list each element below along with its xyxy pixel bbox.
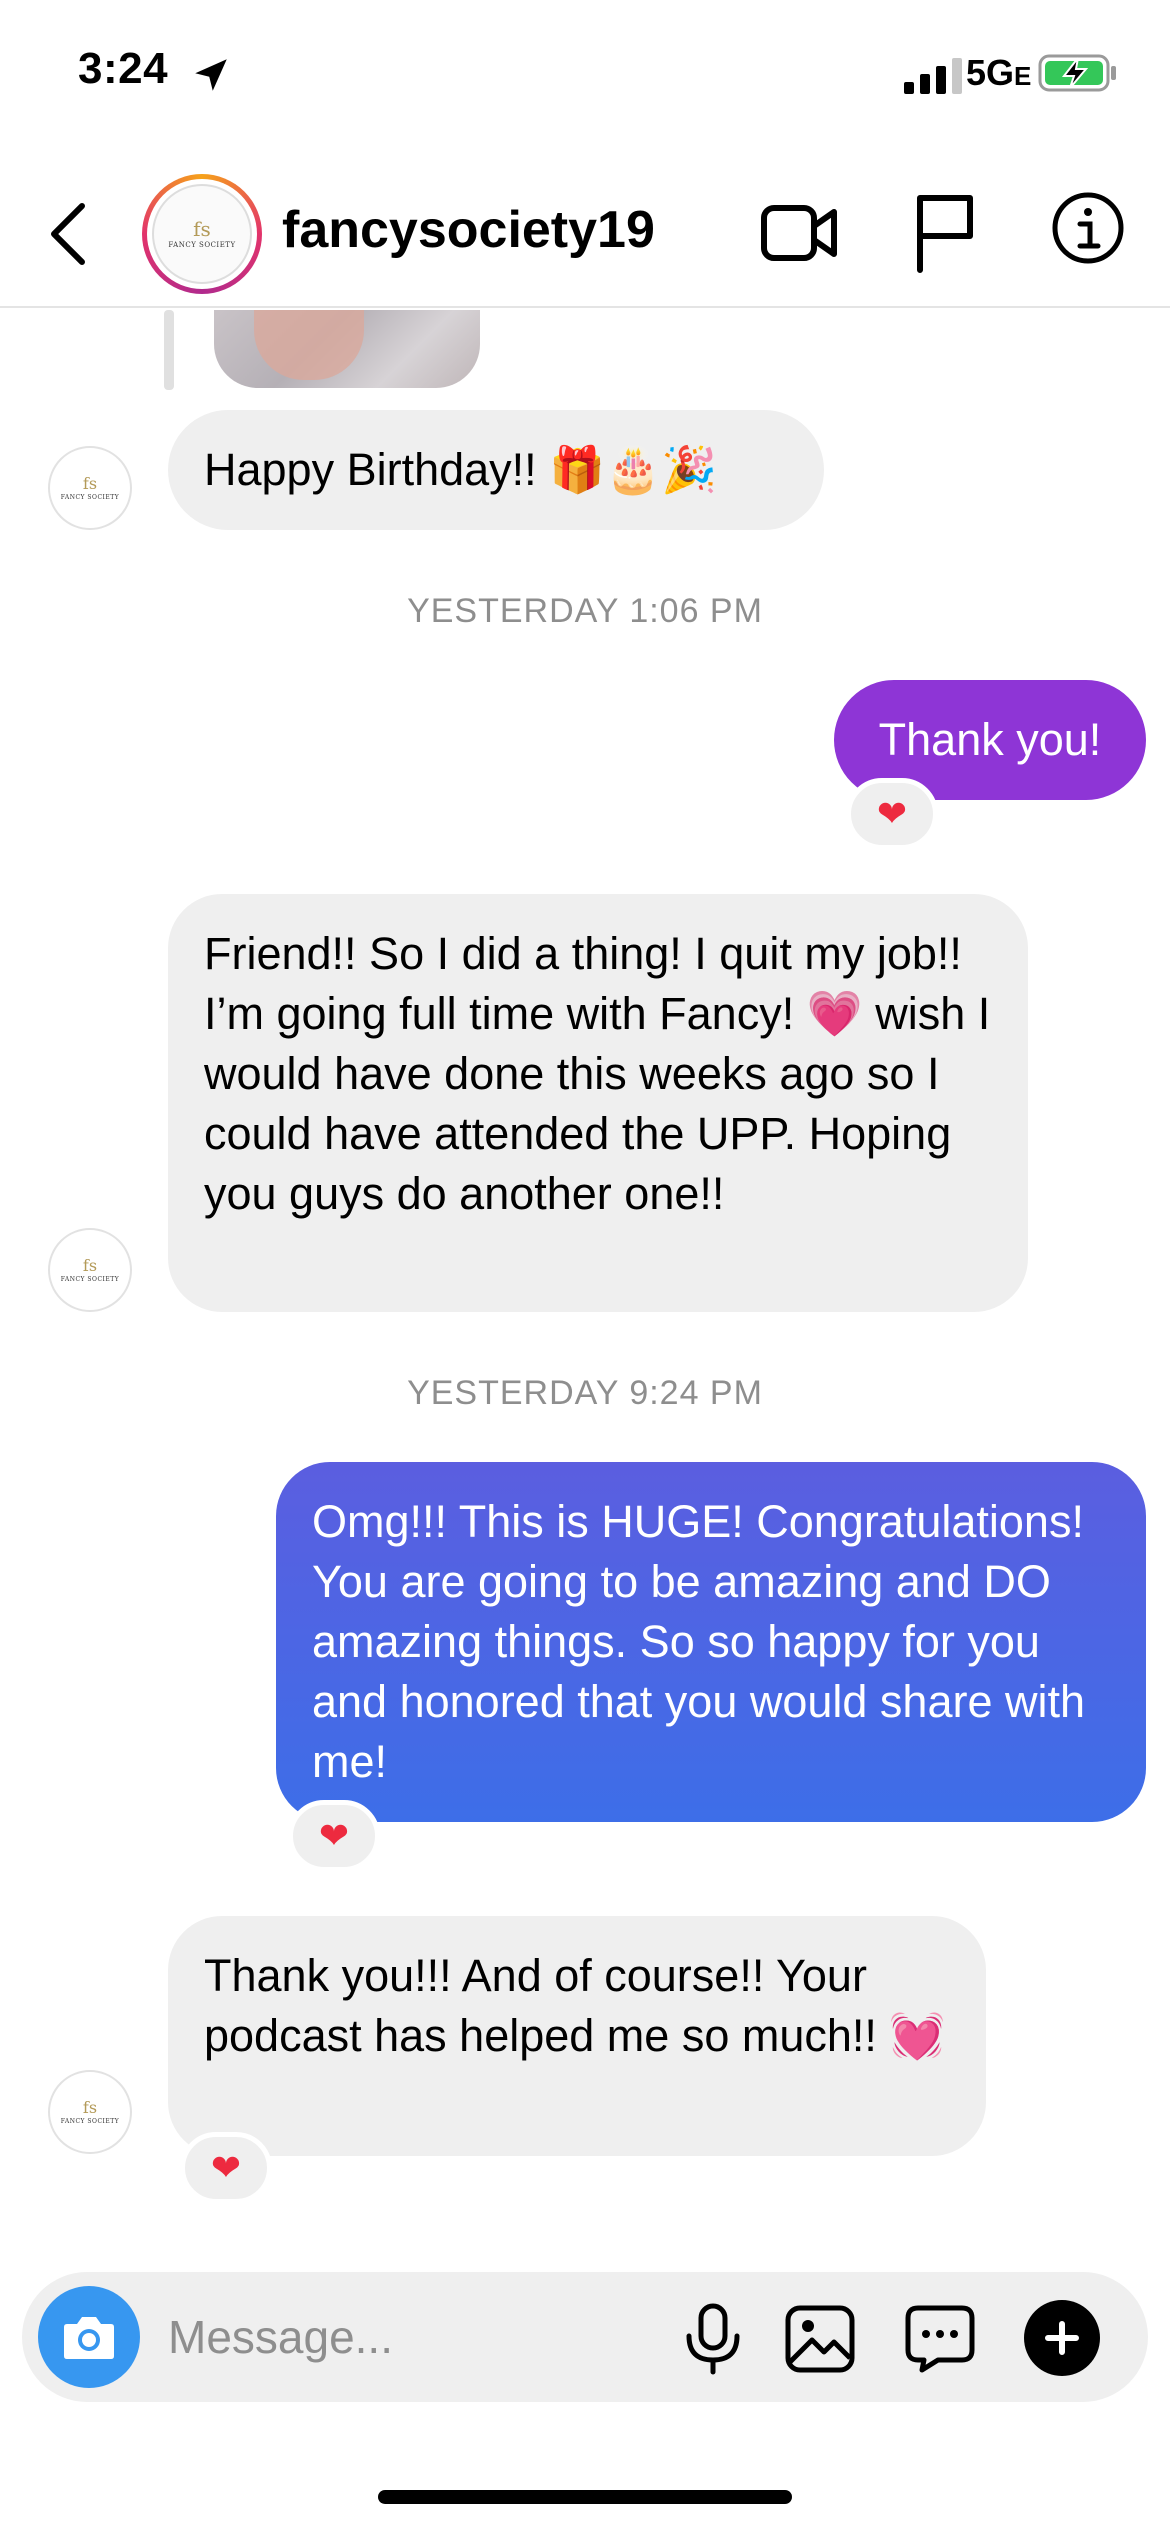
flag-icon[interactable] bbox=[912, 190, 976, 274]
camera-icon bbox=[64, 2317, 114, 2359]
reply-bar bbox=[164, 310, 174, 390]
contact-small-avatar[interactable]: fs FANCY SOCIETY bbox=[48, 1228, 132, 1312]
status-time: 3:24 bbox=[78, 44, 169, 93]
back-icon[interactable] bbox=[42, 192, 98, 276]
fancy-society-logo: fs FANCY SOCIETY bbox=[152, 184, 252, 284]
received-message[interactable]: Friend!! So I did a thing! I quit my job… bbox=[168, 894, 1028, 1312]
contact-small-avatar[interactable]: fs FANCY SOCIETY bbox=[48, 2070, 132, 2154]
heart-reaction[interactable]: ❤ bbox=[846, 778, 938, 850]
sticker-icon[interactable] bbox=[904, 2302, 976, 2374]
location-arrow-icon bbox=[195, 59, 227, 91]
chat-header: fs FANCY SOCIETY fancysociety19 bbox=[0, 160, 1170, 308]
contact-username[interactable]: fancysociety19 bbox=[282, 200, 655, 260]
gallery-icon[interactable] bbox=[784, 2304, 856, 2374]
plus-button[interactable] bbox=[1024, 2300, 1100, 2376]
timestamp: YESTERDAY 1:06 PM bbox=[407, 592, 763, 630]
heart-reaction[interactable]: ❤ bbox=[180, 2132, 272, 2204]
timestamp: YESTERDAY 9:24 PM bbox=[407, 1374, 763, 1412]
contact-small-avatar[interactable]: fs FANCY SOCIETY bbox=[48, 446, 132, 530]
message-composer bbox=[22, 2272, 1148, 2402]
microphone-icon[interactable] bbox=[678, 2302, 748, 2376]
heart-reaction[interactable]: ❤ bbox=[288, 1800, 380, 1872]
received-message[interactable]: Happy Birthday!! 🎁🎂🎉 bbox=[168, 410, 824, 530]
shared-photo[interactable] bbox=[214, 310, 480, 388]
network-indicator: 5GE bbox=[966, 52, 1032, 93]
battery-charging-icon bbox=[1038, 54, 1116, 92]
video-call-icon[interactable] bbox=[760, 198, 838, 268]
received-message[interactable]: Thank you!!! And of course!! Your podcas… bbox=[168, 1916, 986, 2156]
camera-button[interactable] bbox=[38, 2286, 140, 2388]
info-icon[interactable] bbox=[1050, 190, 1126, 266]
signal-icon bbox=[904, 58, 962, 94]
sent-message[interactable]: Omg!!! This is HUGE! Congratulations! Yo… bbox=[276, 1462, 1146, 1822]
message-input[interactable] bbox=[168, 2302, 648, 2372]
plus-icon bbox=[1045, 2321, 1079, 2355]
home-indicator[interactable] bbox=[378, 2490, 792, 2504]
contact-avatar[interactable]: fs FANCY SOCIETY bbox=[142, 174, 262, 294]
